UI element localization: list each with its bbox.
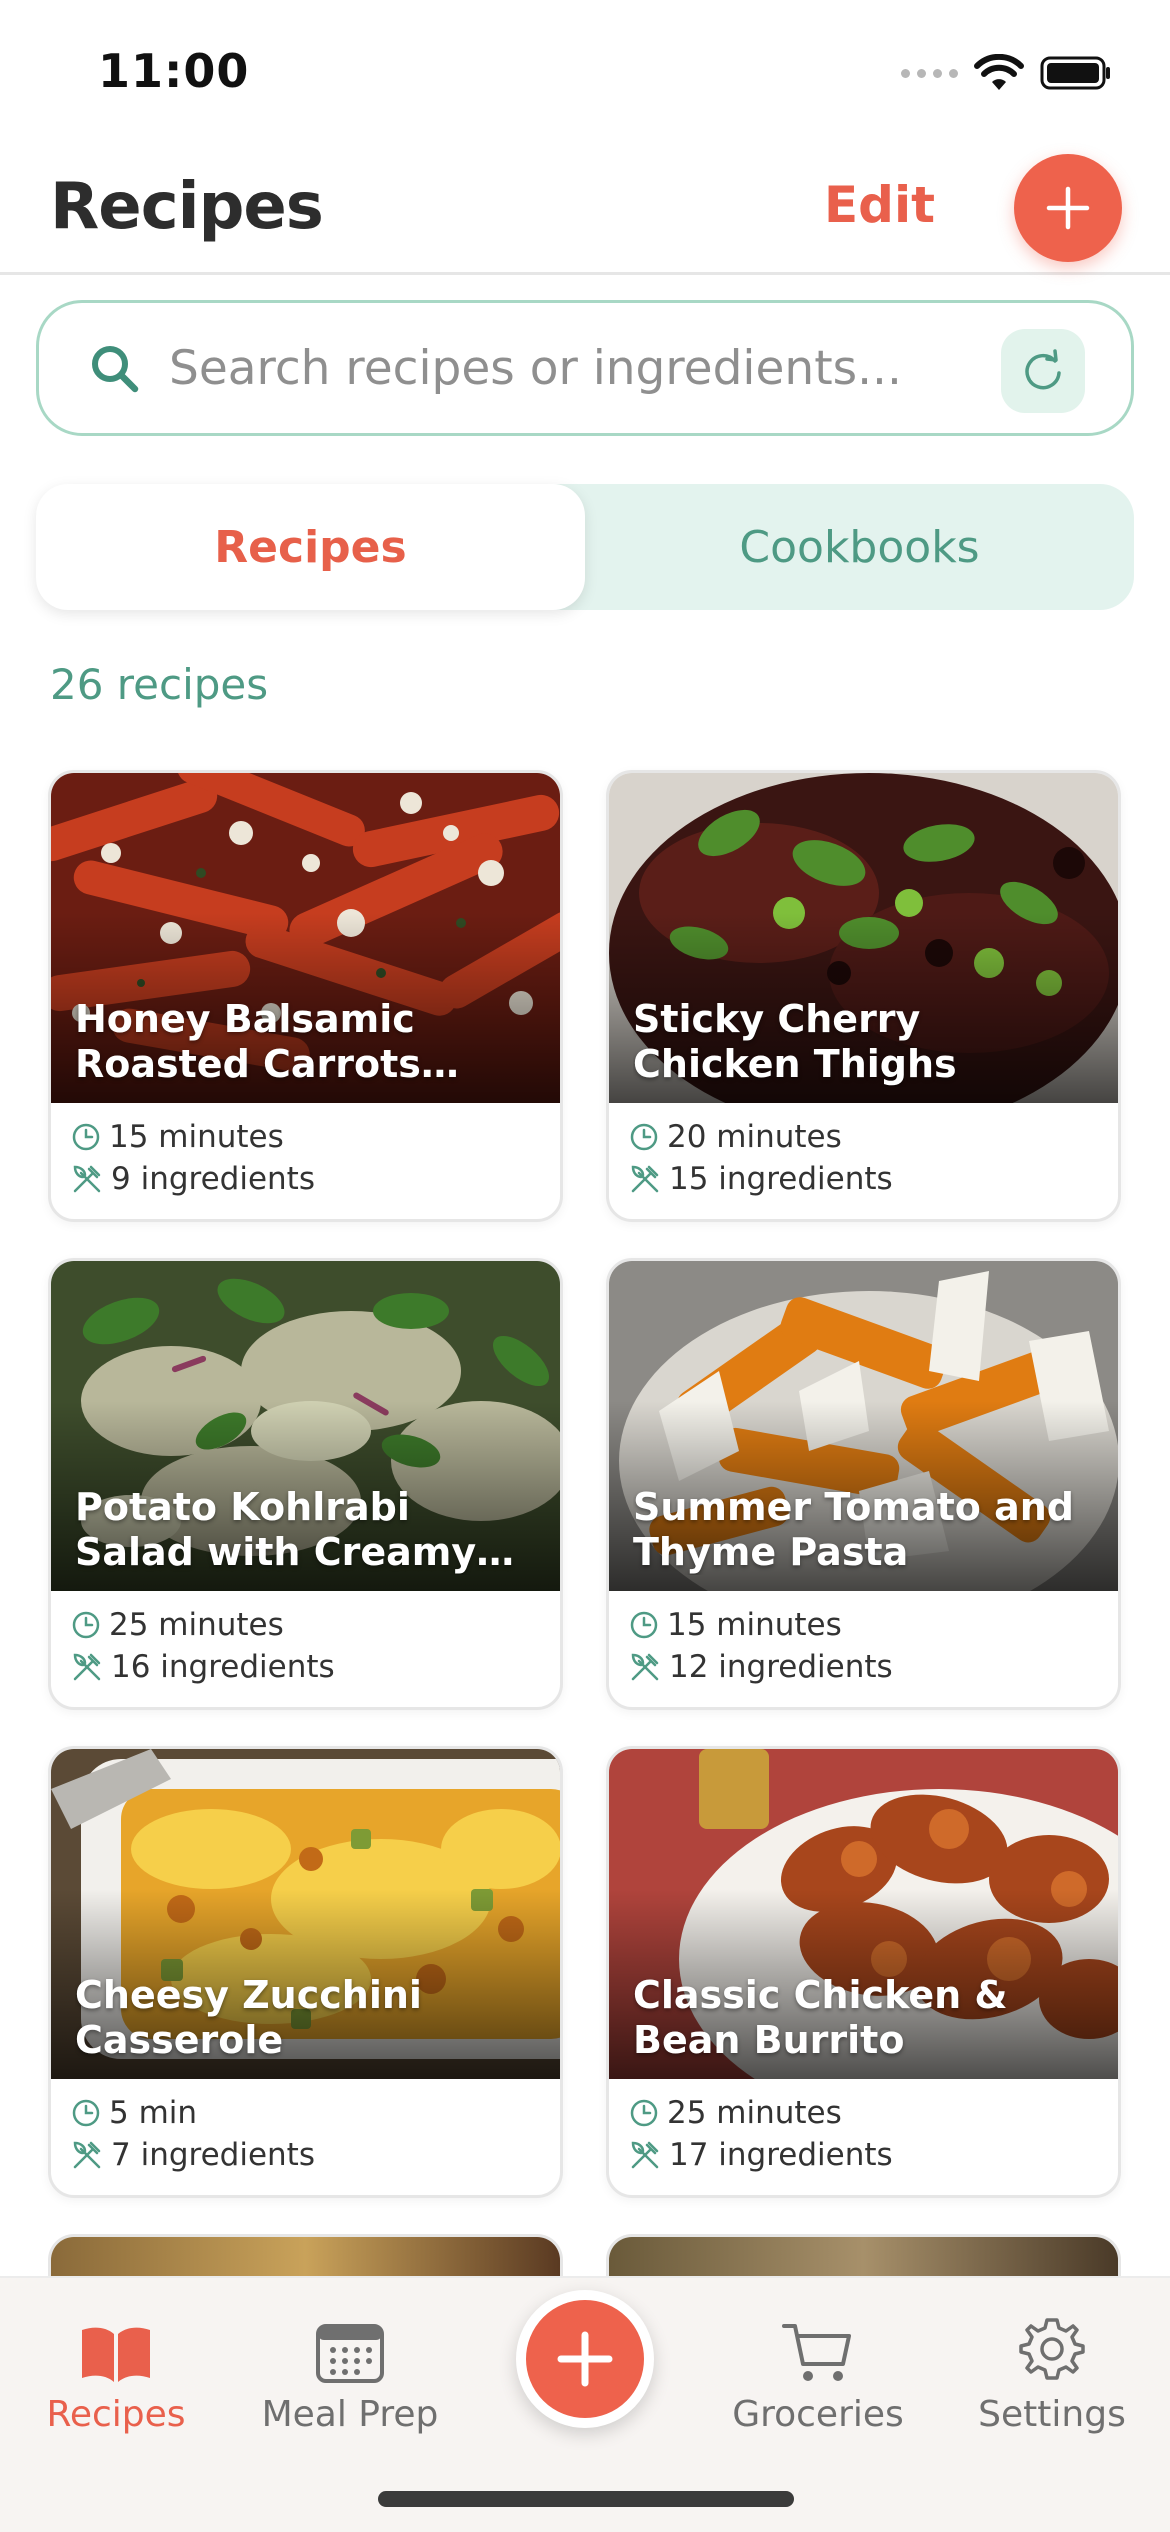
clock-icon bbox=[72, 2099, 100, 2127]
plus-icon bbox=[557, 2331, 613, 2387]
wifi-icon bbox=[974, 54, 1024, 90]
recipe-card[interactable]: Honey Balsamic Roasted Carrots with... 1… bbox=[48, 770, 563, 1222]
header: Recipes Edit bbox=[0, 140, 1170, 275]
recipe-time: 15 minutes bbox=[629, 1607, 842, 1643]
tab-groceries[interactable]: Groceries bbox=[718, 2306, 918, 2435]
edit-button[interactable]: Edit bbox=[824, 176, 935, 234]
status-time: 11:00 bbox=[98, 44, 250, 98]
battery-icon bbox=[1040, 56, 1110, 90]
recipe-time: 15 minutes bbox=[71, 1119, 284, 1155]
recipe-ingredients-label: 12 ingredients bbox=[669, 1649, 893, 1685]
search-bar bbox=[36, 300, 1134, 436]
recipe-photo: Cheesy Zucchini Casserole bbox=[51, 1749, 560, 2079]
calendar-icon bbox=[316, 2324, 384, 2383]
recipe-time-label: 25 minutes bbox=[667, 2095, 842, 2131]
tab-recipes-label: Recipes bbox=[46, 2394, 186, 2435]
recipe-card[interactable]: Potato Kohlrabi Salad with Creamy Tahini… bbox=[48, 1258, 563, 1710]
recipe-title: Honey Balsamic Roasted Carrots with... bbox=[75, 997, 421, 1086]
recipe-photo: Summer Tomato and Thyme Pasta bbox=[609, 1261, 1118, 1591]
recipe-title: Summer Tomato and Thyme Pasta bbox=[633, 1485, 1074, 1574]
recipe-time-label: 15 minutes bbox=[109, 1119, 284, 1155]
recipe-title: Classic Chicken & Bean Burrito bbox=[633, 1973, 1008, 2062]
recipe-time-label: 15 minutes bbox=[667, 1607, 842, 1643]
recipe-ingredients-label: 15 ingredients bbox=[669, 1161, 893, 1197]
recipe-ingredients-label: 7 ingredients bbox=[111, 2137, 315, 2173]
recipe-time-label: 25 minutes bbox=[109, 1607, 284, 1643]
recipe-photo: Honey Balsamic Roasted Carrots with... bbox=[51, 773, 560, 1103]
recipe-card[interactable]: Classic Chicken & Bean Burrito 25 minute… bbox=[606, 1746, 1121, 2198]
recipe-time: 20 minutes bbox=[629, 1119, 842, 1155]
book-icon bbox=[82, 2327, 150, 2382]
status-bar: 11:00 bbox=[0, 0, 1170, 140]
recipe-title: Cheesy Zucchini Casserole bbox=[75, 1973, 422, 2062]
tab-recipes[interactable]: Recipes bbox=[16, 2306, 216, 2435]
segment-recipes[interactable]: Recipes bbox=[36, 484, 585, 610]
tab-meal-prep[interactable]: Meal Prep bbox=[250, 2306, 450, 2435]
tab-meal-prep-label: Meal Prep bbox=[261, 2394, 439, 2435]
recipe-card[interactable]: Sticky Cherry Chicken Thighs 20 minutes … bbox=[606, 770, 1121, 1222]
recipe-count: 26 recipes bbox=[50, 660, 269, 709]
tab-settings-label: Settings bbox=[978, 2394, 1126, 2435]
recipe-time-label: 20 minutes bbox=[667, 1119, 842, 1155]
recipe-card[interactable]: Cheesy Zucchini Casserole 5 min 7 ingred… bbox=[48, 1746, 563, 2198]
recipe-ingredients: 16 ingredients bbox=[71, 1649, 335, 1685]
recipe-time: 25 minutes bbox=[71, 1607, 284, 1643]
recipe-photo: Classic Chicken & Bean Burrito bbox=[609, 1749, 1118, 2079]
add-recipe-button[interactable] bbox=[1014, 154, 1122, 262]
recipe-time: 25 minutes bbox=[629, 2095, 842, 2131]
recipe-ingredients: 7 ingredients bbox=[71, 2137, 315, 2173]
view-segmented-control: Recipes Cookbooks bbox=[36, 484, 1134, 610]
recipe-title: Potato Kohlrabi Salad with Creamy Tahini… bbox=[75, 1485, 477, 1574]
recipe-ingredients-label: 16 ingredients bbox=[111, 1649, 335, 1685]
clock-icon bbox=[630, 1611, 658, 1639]
gear-icon bbox=[1019, 2318, 1085, 2380]
plus-icon bbox=[1046, 186, 1090, 230]
recipe-ingredients: 12 ingredients bbox=[629, 1649, 893, 1685]
recipe-ingredients: 15 ingredients bbox=[629, 1161, 893, 1197]
page-title: Recipes bbox=[50, 170, 324, 244]
tab-groceries-label: Groceries bbox=[732, 2394, 904, 2435]
clock-icon bbox=[72, 1123, 100, 1151]
recipe-ingredients-label: 9 ingredients bbox=[111, 1161, 315, 1197]
add-fab-button[interactable] bbox=[516, 2290, 654, 2428]
utensils-icon bbox=[73, 2141, 101, 2169]
status-icons bbox=[901, 54, 1112, 92]
recipe-ingredients-label: 17 ingredients bbox=[669, 2137, 893, 2173]
utensils-icon bbox=[73, 1165, 101, 1193]
recipe-photo: Sticky Cherry Chicken Thighs bbox=[609, 773, 1118, 1103]
cart-icon bbox=[782, 2324, 851, 2381]
search-input[interactable] bbox=[169, 333, 989, 403]
utensils-icon bbox=[73, 1653, 101, 1681]
utensils-icon bbox=[631, 2141, 659, 2169]
recipe-ingredients: 17 ingredients bbox=[629, 2137, 893, 2173]
recipe-time: 5 min bbox=[71, 2095, 197, 2131]
clock-icon bbox=[72, 1611, 100, 1639]
tab-settings[interactable]: Settings bbox=[952, 2306, 1152, 2435]
recipe-title: Sticky Cherry Chicken Thighs bbox=[633, 997, 957, 1086]
utensils-icon bbox=[631, 1165, 659, 1193]
recipe-ingredients: 9 ingredients bbox=[71, 1161, 315, 1197]
recipe-time-label: 5 min bbox=[109, 2095, 198, 2131]
search-icon bbox=[92, 346, 139, 393]
refresh-icon bbox=[1025, 349, 1061, 390]
segment-cookbooks[interactable]: Cookbooks bbox=[585, 484, 1134, 610]
clock-icon bbox=[630, 1123, 658, 1151]
recipe-photo: Potato Kohlrabi Salad with Creamy Tahini… bbox=[51, 1261, 560, 1591]
refresh-button[interactable] bbox=[1001, 329, 1085, 413]
utensils-icon bbox=[631, 1653, 659, 1681]
recipe-card[interactable]: Summer Tomato and Thyme Pasta 15 minutes… bbox=[606, 1258, 1121, 1710]
clock-icon bbox=[630, 2099, 658, 2127]
home-indicator bbox=[378, 2491, 794, 2507]
signal-icon bbox=[901, 68, 958, 78]
